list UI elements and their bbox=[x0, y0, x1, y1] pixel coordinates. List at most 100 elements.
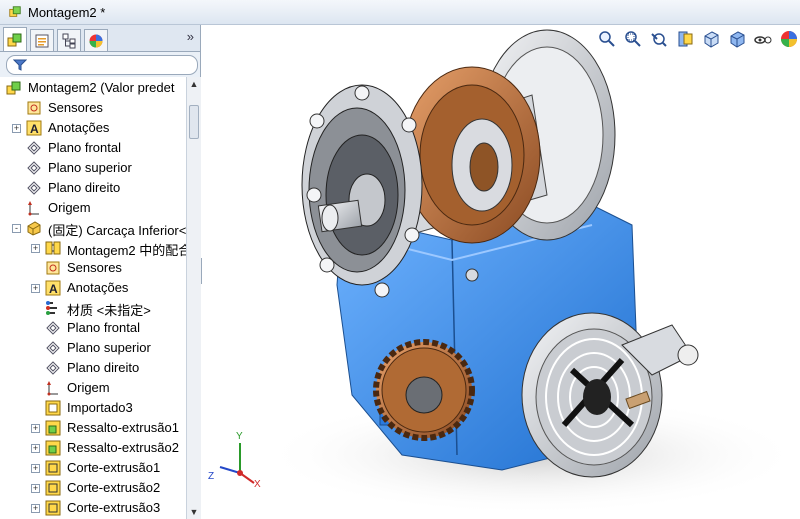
tree-item[interactable]: Plano direito bbox=[0, 358, 186, 378]
sensor-icon bbox=[46, 261, 60, 275]
tree-item-label: 材质 <未指定> bbox=[67, 303, 151, 318]
cut-extrude-icon bbox=[45, 480, 61, 496]
tree-item[interactable]: Sensores bbox=[0, 258, 186, 278]
tree-item-label: Anotações bbox=[67, 280, 129, 295]
boss-extrude-icon bbox=[45, 420, 61, 436]
scroll-up-icon[interactable]: ▲ bbox=[187, 77, 201, 91]
tree-item-label: Plano direito bbox=[48, 180, 121, 195]
tree-item-label: Corte-extrusão1 bbox=[67, 460, 161, 475]
scroll-down-icon[interactable]: ▼ bbox=[187, 505, 201, 519]
triad-x-label: X bbox=[254, 479, 261, 490]
tree-item[interactable]: Importado3 bbox=[0, 398, 186, 418]
tree-item[interactable]: Plano frontal bbox=[0, 318, 186, 338]
collapse-icon[interactable]: - bbox=[12, 224, 21, 233]
tree-item-label: Ressalto-extrusão1 bbox=[67, 420, 179, 435]
tree-item[interactable]: + Ressalto-extrusão1 bbox=[0, 418, 186, 438]
boss-extrude-icon bbox=[45, 440, 61, 456]
tree-item[interactable]: Montagem2 (Valor predet bbox=[0, 78, 186, 98]
tree-item[interactable]: + Corte-extrusão3 bbox=[0, 498, 186, 518]
imported-icon bbox=[45, 400, 61, 416]
tree-item[interactable]: - (固定) Carcaça Inferior< bbox=[0, 218, 186, 238]
tree-item-label: Plano superior bbox=[48, 160, 132, 175]
tree-item-label: Ressalto-extrusão2 bbox=[67, 440, 179, 455]
tab-configuration-manager[interactable] bbox=[57, 29, 81, 51]
tree-item-label: Sensores bbox=[67, 260, 122, 275]
tree-item-label: Origem bbox=[48, 200, 91, 215]
panel-tabs: » bbox=[0, 25, 200, 52]
tree-item[interactable]: Plano superior bbox=[0, 158, 186, 178]
feature-tree: Montagem2 (Valor predet Sensores + A Anotaçõ… bbox=[0, 77, 186, 519]
scroll-thumb[interactable] bbox=[189, 105, 199, 139]
sensor-icon bbox=[27, 101, 41, 115]
tab-display-manager[interactable] bbox=[84, 29, 108, 51]
mates-icon bbox=[45, 241, 61, 255]
tree-item[interactable]: + Montagem2 中的配合 bbox=[0, 238, 186, 258]
panel-expand-button[interactable]: » bbox=[187, 29, 194, 44]
tree-item-label: Importado3 bbox=[67, 400, 133, 415]
triad-y-label: Y bbox=[236, 431, 243, 442]
tree-item[interactable]: Plano frontal bbox=[0, 138, 186, 158]
cut-extrude-icon bbox=[45, 500, 61, 516]
tree-filter-input[interactable] bbox=[6, 55, 198, 75]
gearbox-assembly-model[interactable]: Y Z X bbox=[202, 25, 800, 519]
expand-icon[interactable]: + bbox=[31, 444, 40, 453]
annotation-icon: A bbox=[45, 280, 61, 296]
tree-item[interactable]: + Corte-extrusão2 bbox=[0, 478, 186, 498]
tree-item[interactable]: Origem bbox=[0, 198, 186, 218]
plane-icon bbox=[27, 141, 41, 155]
tree-item-label: Plano direito bbox=[67, 360, 140, 375]
expand-icon[interactable]: + bbox=[31, 244, 40, 253]
tree-item[interactable]: Origem bbox=[0, 378, 186, 398]
part-icon bbox=[27, 221, 41, 236]
plane-icon bbox=[46, 321, 60, 335]
origin-icon bbox=[47, 381, 58, 396]
tree-item-label: Plano frontal bbox=[48, 140, 121, 155]
tree-item[interactable]: + Ressalto-extrusão2 bbox=[0, 438, 186, 458]
plane-icon bbox=[46, 361, 60, 375]
feature-manager-panel: » Montagem2 (Valor predet Sensores + A Anota… bbox=[0, 25, 201, 519]
annotation-icon: A bbox=[26, 120, 42, 136]
tree-item[interactable]: + Corte-extrusão1 bbox=[0, 458, 186, 478]
expand-icon[interactable]: + bbox=[12, 124, 21, 133]
expand-icon[interactable]: + bbox=[31, 504, 40, 513]
expand-icon[interactable]: + bbox=[31, 284, 40, 293]
assembly-icon bbox=[6, 81, 21, 95]
tree-item[interactable]: Plano direito bbox=[0, 178, 186, 198]
tree-item-label: (固定) Carcaça Inferior< bbox=[48, 223, 186, 238]
tree-item[interactable]: + A Anotações bbox=[0, 278, 186, 298]
tab-property-manager[interactable] bbox=[30, 29, 54, 51]
expand-icon[interactable]: + bbox=[31, 424, 40, 433]
coordinate-triad: Y Z X bbox=[208, 431, 261, 490]
tree-item[interactable]: Sensores bbox=[0, 98, 186, 118]
bevel-gear bbox=[403, 66, 541, 244]
graphics-viewport[interactable]: Y Z X bbox=[202, 25, 800, 519]
plane-icon bbox=[46, 341, 60, 355]
tree-item-label: Corte-extrusão2 bbox=[67, 480, 161, 495]
assembly-icon bbox=[9, 6, 21, 17]
material-icon bbox=[46, 301, 57, 315]
tab-feature-manager[interactable] bbox=[3, 27, 27, 51]
svg-text:A: A bbox=[49, 282, 58, 296]
property-manager-icon bbox=[35, 34, 49, 47]
expand-icon[interactable]: + bbox=[31, 464, 40, 473]
svg-text:A: A bbox=[30, 122, 39, 136]
configuration-manager-icon bbox=[62, 33, 76, 48]
cut-extrude-icon bbox=[45, 460, 61, 476]
tree-item-label: Corte-extrusão3 bbox=[67, 500, 161, 515]
tree-item-label: Montagem2 中的配合 bbox=[67, 243, 186, 258]
tree-scrollbar[interactable]: ▲ ▼ bbox=[186, 77, 201, 519]
tree-item[interactable]: + A Anotações bbox=[0, 118, 186, 138]
window-title: Montagem2 * bbox=[28, 4, 106, 20]
filter-icon bbox=[13, 59, 27, 71]
display-manager-icon bbox=[89, 34, 103, 47]
plane-icon bbox=[27, 181, 41, 195]
expand-icon[interactable]: + bbox=[31, 484, 40, 493]
spur-gear bbox=[373, 339, 475, 441]
output-shaft bbox=[317, 199, 363, 233]
tree-item[interactable]: 材质 <未指定> bbox=[0, 298, 186, 318]
tree-item-label: Origem bbox=[67, 380, 110, 395]
tree-item-label: Anotações bbox=[48, 120, 110, 135]
origin-icon bbox=[28, 201, 39, 216]
tree-item-label: Montagem2 (Valor predet bbox=[28, 80, 175, 95]
tree-item[interactable]: Plano superior bbox=[0, 338, 186, 358]
